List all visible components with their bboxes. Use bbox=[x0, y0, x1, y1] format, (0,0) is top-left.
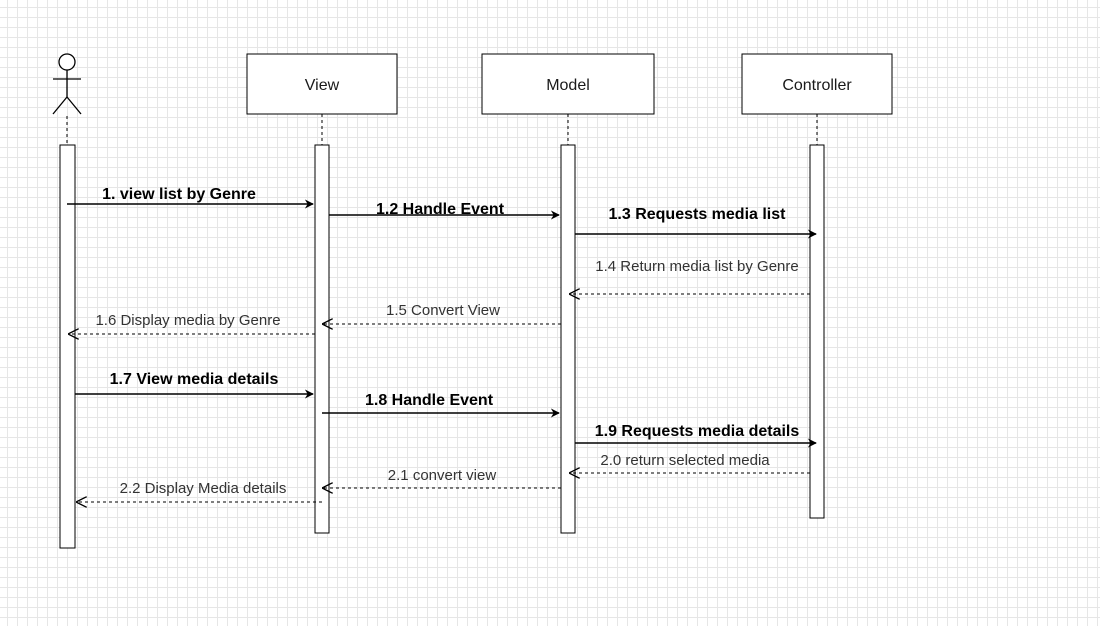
message-2-0-return-selected-media[interactable]: 2.0 return selected media bbox=[569, 452, 810, 473]
participant-label-model: Model bbox=[546, 77, 590, 94]
message-label: 1.5 Convert View bbox=[386, 302, 500, 319]
participant-label-controller: Controller bbox=[782, 77, 852, 94]
message-label: 1.7 View media details bbox=[110, 371, 279, 388]
message-label: 1.2 Handle Event bbox=[376, 201, 505, 218]
actor-activation-bar[interactable] bbox=[59, 144, 76, 549]
controller-activation-bar[interactable] bbox=[809, 144, 825, 519]
message-1-6-display-media-by-genre[interactable]: 1.6 Display media by Genre bbox=[68, 312, 315, 334]
sequence-diagram: View Model Controller 1. view list by Ge… bbox=[52, 53, 893, 549]
participant-model[interactable]: Model bbox=[481, 53, 655, 115]
message-2-1-convert-view[interactable]: 2.1 convert view bbox=[322, 467, 561, 488]
participant-label-view: View bbox=[305, 77, 340, 94]
view-activation-bar[interactable] bbox=[314, 144, 330, 534]
message-label: 1.8 Handle Event bbox=[365, 392, 494, 409]
message-label: 1. view list by Genre bbox=[102, 186, 256, 203]
message-label: 2.0 return selected media bbox=[600, 452, 770, 469]
message-1-9-requests-media-details[interactable]: 1.9 Requests media details bbox=[575, 423, 817, 448]
message-2-2-display-media-details[interactable]: 2.2 Display Media details bbox=[76, 480, 322, 502]
participant-view[interactable]: View bbox=[246, 53, 398, 115]
message-1-2-handle-event[interactable]: 1.2 Handle Event bbox=[329, 201, 560, 220]
diagram-canvas: View Model Controller 1. view list by Ge… bbox=[0, 0, 1100, 626]
actor-icon bbox=[52, 53, 82, 115]
model-activation-bar[interactable] bbox=[560, 144, 576, 534]
message-1-view-list-by-genre[interactable]: 1. view list by Genre bbox=[67, 186, 314, 209]
participant-controller[interactable]: Controller bbox=[741, 53, 893, 115]
message-label: 2.2 Display Media details bbox=[120, 480, 287, 497]
message-1-4-return-media-list[interactable]: 1.4 Return media list by Genre bbox=[569, 258, 810, 294]
message-label: 2.1 convert view bbox=[388, 467, 497, 484]
message-label: 1.4 Return media list by Genre bbox=[595, 258, 798, 275]
message-label: 1.3 Requests media list bbox=[609, 206, 787, 223]
message-1-3-requests-media-list[interactable]: 1.3 Requests media list bbox=[575, 206, 817, 239]
message-label: 1.9 Requests media details bbox=[595, 423, 800, 440]
message-1-5-convert-view[interactable]: 1.5 Convert View bbox=[322, 302, 561, 324]
message-1-7-view-media-details[interactable]: 1.7 View media details bbox=[75, 371, 314, 399]
message-label: 1.6 Display media by Genre bbox=[95, 312, 280, 329]
message-1-8-handle-event[interactable]: 1.8 Handle Event bbox=[322, 392, 560, 418]
